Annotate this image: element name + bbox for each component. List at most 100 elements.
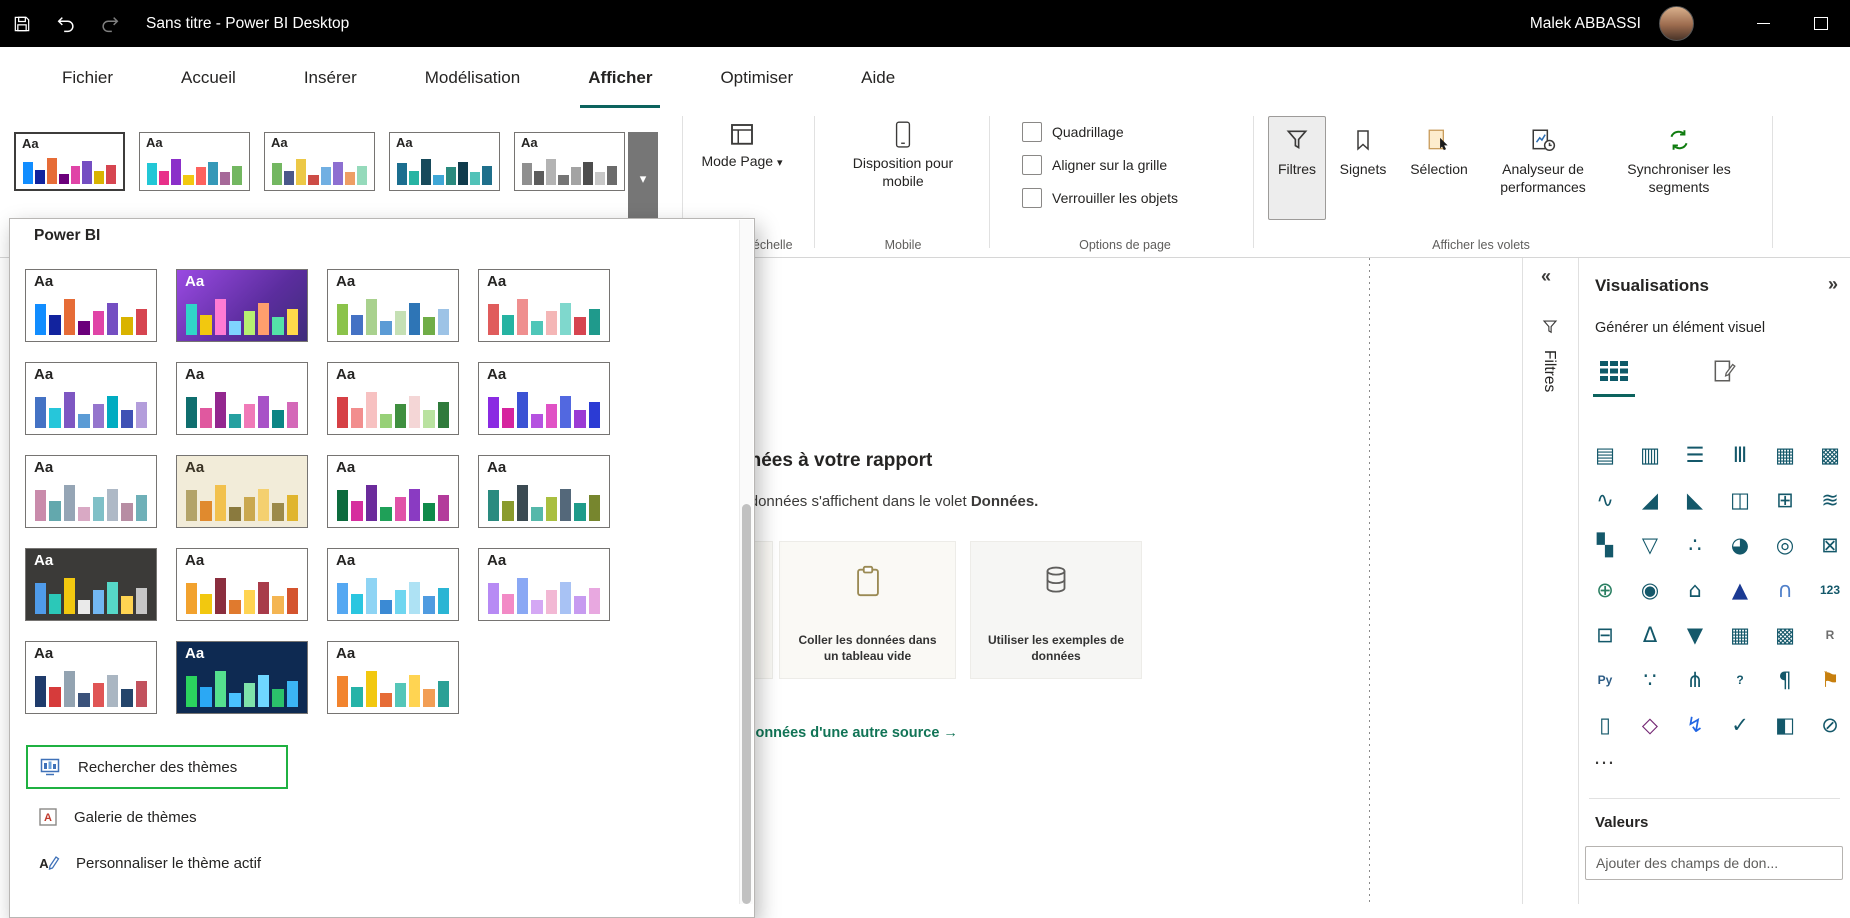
pane-button-signets[interactable]: Signets [1332, 116, 1394, 220]
menu-item-rechercher-des-themes[interactable]: Rechercher des thèmes [26, 745, 288, 789]
user-name[interactable]: Malek ABBASSI [1530, 15, 1641, 33]
visual-icon-100-stacked-bar-chart[interactable]: ▦ [1767, 437, 1803, 473]
visual-icon-multi-row-card[interactable]: ⊟ [1587, 617, 1623, 653]
checkbox-quadrillage[interactable]: Quadrillage [1022, 122, 1178, 142]
theme-card[interactable]: Aa [25, 641, 157, 714]
visual-icon-ribbon-chart[interactable]: ≋ [1812, 482, 1848, 518]
visual-icon-kpi[interactable]: Δ [1632, 617, 1668, 653]
menu-item-galerie-de-themes[interactable]: AGalerie de thèmes [26, 797, 730, 837]
visual-icon-table[interactable]: ▦ [1722, 617, 1758, 653]
visual-icon-map[interactable]: ⊕ [1587, 572, 1623, 608]
theme-card[interactable]: Aa [478, 455, 610, 528]
theme-card[interactable]: Aa [478, 362, 610, 435]
theme-card[interactable]: Aa [327, 362, 459, 435]
pane-button-selection[interactable]: Sélection [1400, 116, 1478, 220]
theme-card[interactable]: Aa [25, 362, 157, 435]
visual-icon-area-chart[interactable]: ◢ [1632, 482, 1668, 518]
visual-icon-stacked-column-chart[interactable]: ▥ [1632, 437, 1668, 473]
pane-button-filtres[interactable]: Filtres [1268, 116, 1326, 220]
visual-icon-decomposition-tree[interactable]: ⋔ [1677, 662, 1713, 698]
visual-icon-slicer[interactable]: ▼ [1677, 617, 1713, 653]
expand-pane-icon[interactable]: « [1541, 266, 1551, 287]
theme-card[interactable]: Aa [25, 269, 157, 342]
ribbon-tab-accueil[interactable]: Accueil [151, 47, 266, 108]
scrollbar-thumb[interactable] [742, 504, 751, 904]
theme-card[interactable]: Aa [327, 641, 459, 714]
visual-icon-power-apps[interactable]: ◇ [1632, 707, 1668, 743]
ribbon-tab-inserer[interactable]: Insérer [274, 47, 387, 108]
ribbon-tab-aide[interactable]: Aide [831, 47, 925, 108]
theme-card[interactable]: Aa [478, 548, 610, 621]
visual-icon-q-and-a[interactable]: ? [1722, 662, 1758, 698]
visual-icon-arcgis-map[interactable]: ∩ [1767, 572, 1803, 608]
visual-icon-azure-map[interactable]: ▲ [1722, 572, 1758, 608]
theme-card[interactable]: Aa [139, 132, 250, 191]
minimize-button[interactable] [1734, 0, 1792, 47]
theme-card[interactable]: Aa [327, 269, 459, 342]
visual-icon-clustered-column-chart[interactable]: Ⅲ [1722, 437, 1758, 473]
ribbon-tab-optimiser[interactable]: Optimiser [690, 47, 823, 108]
menu-item-personnaliser-le-theme-actif[interactable]: APersonnaliser le thème actif [26, 843, 730, 883]
theme-card[interactable]: Aa [264, 132, 375, 191]
visual-icon-pie-chart[interactable]: ◕ [1722, 527, 1758, 563]
maximize-button[interactable] [1792, 0, 1850, 47]
theme-card[interactable]: Aa [389, 132, 500, 191]
visual-icon-key-influencers[interactable]: ∵ [1632, 662, 1668, 698]
visual-icon-html-content[interactable]: ⊘ [1812, 707, 1848, 743]
theme-card[interactable]: Aa [176, 269, 308, 342]
visual-icon-waterfall-chart[interactable]: ▚ [1587, 527, 1623, 563]
dropdown-scrollbar[interactable] [739, 220, 753, 904]
visual-icon-filled-map[interactable]: ◉ [1632, 572, 1668, 608]
visual-icon-metrics[interactable]: ⚑ [1812, 662, 1848, 698]
theme-card[interactable]: Aa [176, 455, 308, 528]
visual-icon-r-script-visual[interactable]: R [1812, 617, 1848, 653]
visual-icon-100-stacked-column-chart[interactable]: ▩ [1812, 437, 1848, 473]
theme-card[interactable]: Aa [327, 548, 459, 621]
visual-icon-new-slicer[interactable]: ◧ [1767, 707, 1803, 743]
redo-icon[interactable] [88, 0, 132, 47]
visual-icon-line-and-clustered-column-chart[interactable]: ⊞ [1767, 482, 1803, 518]
visual-icon-stacked-bar-chart[interactable]: ▤ [1587, 437, 1623, 473]
visual-icon-line-chart[interactable]: ∿ [1587, 482, 1623, 518]
get-data-card-coller-les-donnees-dans-un-tableau-vide[interactable]: Coller les données dans un tableau vide [779, 541, 956, 679]
visual-icon-treemap[interactable]: ⊠ [1812, 527, 1848, 563]
visual-icon-power-automate[interactable]: ↯ [1677, 707, 1713, 743]
theme-card[interactable]: Aa [478, 269, 610, 342]
theme-card[interactable]: Aa [176, 641, 308, 714]
save-icon[interactable] [0, 0, 44, 47]
gallery-dropdown-button[interactable]: ▾ [628, 132, 658, 226]
add-data-fields-input[interactable] [1585, 846, 1843, 880]
checkbox-aligner-sur-la-grille[interactable]: Aligner sur la grille [1022, 155, 1178, 175]
visual-icon-matrix[interactable]: ▩ [1767, 617, 1803, 653]
get-data-card-utiliser-les-exemples-de-donnees[interactable]: Utiliser les exemples de données [970, 541, 1142, 679]
visual-icon-scatter-chart[interactable]: ∴ [1677, 527, 1713, 563]
visual-icon-stacked-area-chart[interactable]: ◣ [1677, 482, 1713, 518]
ribbon-tab-fichier[interactable]: Fichier [32, 47, 143, 108]
undo-icon[interactable] [44, 0, 88, 47]
mobile-layout-button[interactable]: Disposition pour mobile [833, 120, 973, 191]
theme-card[interactable]: Aa [25, 455, 157, 528]
pane-button-analyseur-de-performances[interactable]: Analyseur de performances [1484, 116, 1602, 220]
visual-icon-shape-map[interactable]: ⌂ [1677, 572, 1713, 608]
theme-card[interactable]: Aa [514, 132, 625, 191]
visual-icon-line-and-stacked-column-chart[interactable]: ◫ [1722, 482, 1758, 518]
visual-icon-python-visual[interactable]: Py [1587, 662, 1623, 698]
visual-icon-smart-narrative[interactable]: ¶ [1767, 662, 1803, 698]
theme-card[interactable]: Aa [25, 548, 157, 621]
visual-icon-card[interactable]: 123 [1812, 572, 1848, 608]
theme-card[interactable]: Aa [176, 362, 308, 435]
more-visuals-button[interactable]: … [1593, 744, 1616, 770]
ribbon-tab-modelisation[interactable]: Modélisation [395, 47, 550, 108]
avatar[interactable] [1659, 6, 1694, 41]
filters-pane-label[interactable]: Filtres [1540, 350, 1558, 392]
visual-icon-funnel-chart[interactable]: ▽ [1632, 527, 1668, 563]
ribbon-tab-afficher[interactable]: Afficher [558, 47, 682, 108]
theme-card[interactable]: Aa [327, 455, 459, 528]
pane-button-synchroniser-les-segments[interactable]: Synchroniser les segments [1608, 116, 1750, 220]
visual-icon-clustered-bar-chart[interactable]: ☰ [1677, 437, 1713, 473]
page-view-button[interactable]: Mode Page ▾ [690, 120, 794, 169]
theme-card[interactable]: Aa [14, 132, 125, 191]
checkbox-verrouiller-les-objets[interactable]: Verrouiller les objets [1022, 188, 1178, 208]
visual-icon-donut-chart[interactable]: ◎ [1767, 527, 1803, 563]
visual-icon-scorecard[interactable]: ✓ [1722, 707, 1758, 743]
